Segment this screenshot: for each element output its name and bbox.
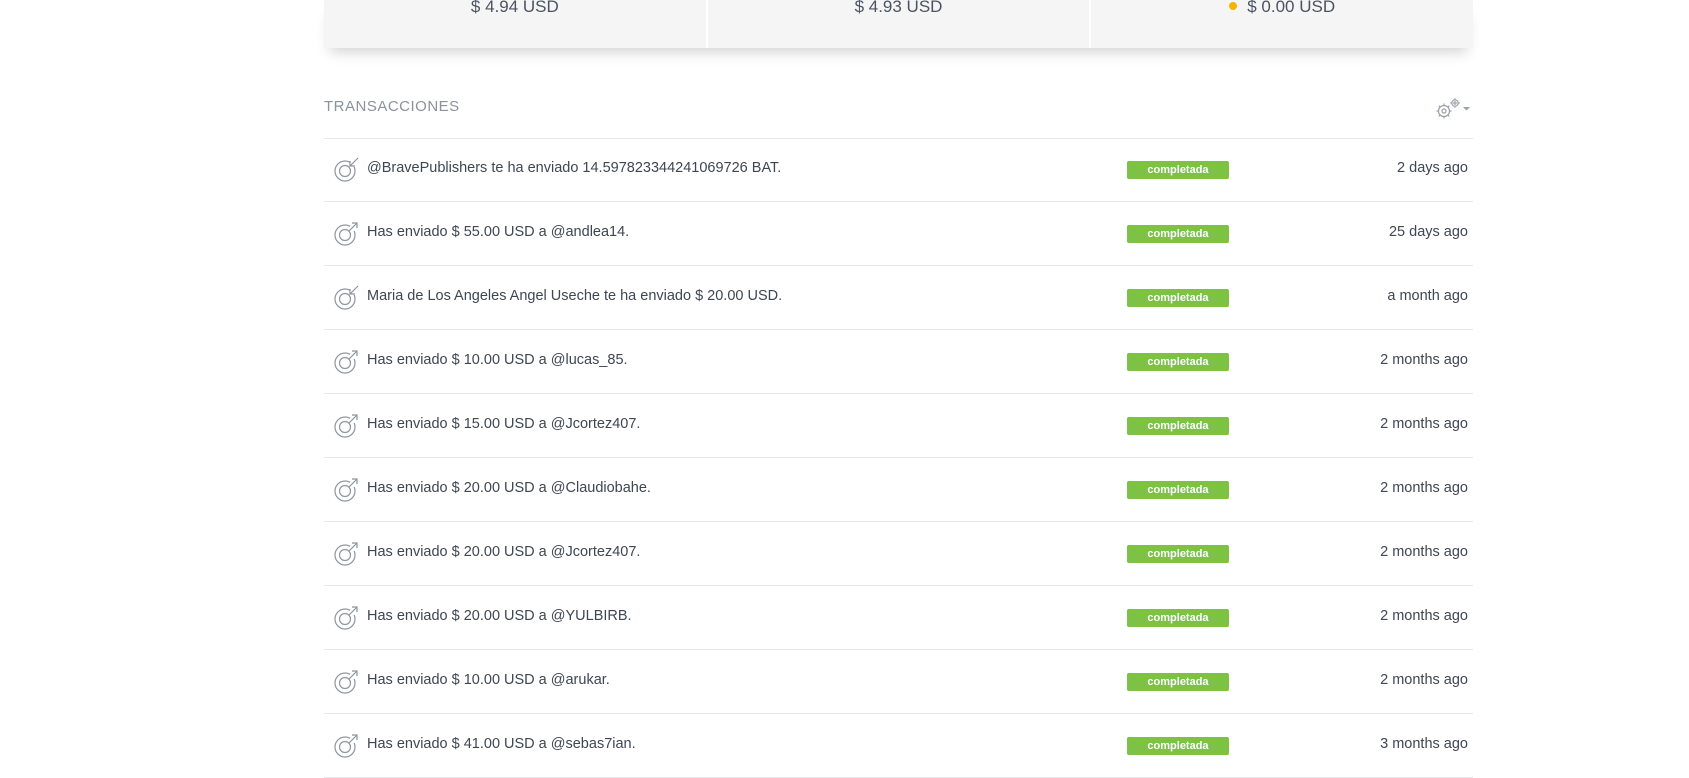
transaction-description: Has enviado $ 20.00 USD a @Claudiobahe.	[367, 480, 651, 496]
transaction-time: 2 months ago	[1380, 352, 1468, 368]
balance-value: $ 4.93 USD	[854, 0, 943, 16]
transaction-description: Has enviado $ 20.00 USD a @YULBIRB.	[367, 608, 632, 624]
pending-dot-icon	[1229, 2, 1238, 10]
transaction-time: 25 days ago	[1388, 224, 1468, 240]
outgoing-transfer-icon	[333, 477, 359, 503]
balance-card-available: $ 4.94 USD	[324, 0, 708, 48]
gears-icon	[1436, 98, 1470, 119]
transaction-description: Has enviado $ 10.00 USD a @arukar.	[367, 672, 610, 688]
transaction-time: 2 months ago	[1380, 544, 1468, 560]
transaction-row[interactable]: Maria de Los Angeles Angel Useche te ha …	[324, 266, 1473, 330]
incoming-transfer-icon	[333, 157, 359, 183]
transactions-settings-button[interactable]	[1433, 96, 1473, 122]
status-badge: completada	[1127, 481, 1229, 499]
transaction-row[interactable]: Has enviado $ 41.00 USD a @sebas7ian. co…	[324, 714, 1473, 778]
transaction-description: @BravePublishers te ha enviado 14.597823…	[367, 160, 782, 176]
transaction-time: 2 days ago	[1397, 160, 1468, 176]
transaction-description: Has enviado $ 55.00 USD a @andlea14.	[367, 224, 630, 240]
status-badge: completada	[1127, 609, 1229, 627]
transaction-row[interactable]: Has enviado $ 20.00 USD a @Claudiobahe. …	[324, 458, 1473, 522]
transaction-time: 2 months ago	[1380, 608, 1468, 624]
transaction-description: Has enviado $ 15.00 USD a @Jcortez407.	[367, 416, 641, 432]
outgoing-transfer-icon	[333, 605, 359, 631]
outgoing-transfer-icon	[333, 221, 359, 247]
status-badge: completada	[1127, 225, 1229, 243]
transaction-description: Has enviado $ 41.00 USD a @sebas7ian.	[367, 736, 636, 752]
balance-card-pending: $ 0.00 USD	[1091, 0, 1473, 48]
balance-value-pending: $ 0.00 USD	[1229, 0, 1335, 17]
transaction-row[interactable]: Has enviado $ 20.00 USD a @Jcortez407. c…	[324, 522, 1473, 586]
wallet-content: $ 4.94 USD $ 4.93 USD $ 0.00 USD TRANSAC…	[324, 0, 1473, 778]
incoming-transfer-icon	[333, 285, 359, 311]
transaction-row[interactable]: Has enviado $ 10.00 USD a @arukar. compl…	[324, 650, 1473, 714]
transaction-time: 3 months ago	[1380, 736, 1468, 752]
status-badge: completada	[1127, 417, 1229, 435]
outgoing-transfer-icon	[333, 541, 359, 567]
transaction-row[interactable]: Has enviado $ 15.00 USD a @Jcortez407. c…	[324, 394, 1473, 458]
outgoing-transfer-icon	[333, 349, 359, 375]
status-badge: completada	[1127, 673, 1229, 691]
status-badge: completada	[1127, 289, 1229, 307]
outgoing-transfer-icon	[333, 733, 359, 759]
transactions-title: TRANSACCIONES	[324, 98, 460, 115]
status-badge: completada	[1127, 161, 1229, 179]
transaction-time: a month ago	[1387, 288, 1468, 304]
transaction-row[interactable]: Has enviado $ 20.00 USD a @YULBIRB. comp…	[324, 586, 1473, 650]
status-badge: completada	[1127, 353, 1229, 371]
status-badge: completada	[1127, 737, 1229, 755]
transaction-description: Maria de Los Angeles Angel Useche te ha …	[367, 288, 783, 304]
balance-value-text: $ 0.00 USD	[1247, 0, 1336, 16]
transactions-list: @BravePublishers te ha enviado 14.597823…	[324, 138, 1473, 778]
transaction-row[interactable]: @BravePublishers te ha enviado 14.597823…	[324, 138, 1473, 202]
outgoing-transfer-icon	[333, 669, 359, 695]
transaction-description: Has enviado $ 20.00 USD a @Jcortez407.	[367, 544, 641, 560]
transaction-time: 2 months ago	[1380, 416, 1468, 432]
transaction-row[interactable]: Has enviado $ 55.00 USD a @andlea14. com…	[324, 202, 1473, 266]
balance-card-total: $ 4.93 USD	[708, 0, 1092, 48]
transaction-row[interactable]: Has enviado $ 10.00 USD a @lucas_85. com…	[324, 330, 1473, 394]
balance-value: $ 4.94 USD	[470, 0, 559, 16]
transaction-description: Has enviado $ 10.00 USD a @lucas_85.	[367, 352, 628, 368]
balance-cards: $ 4.94 USD $ 4.93 USD $ 0.00 USD	[324, 0, 1473, 48]
status-badge: completada	[1127, 545, 1229, 563]
transaction-time: 2 months ago	[1380, 480, 1468, 496]
transaction-time: 2 months ago	[1380, 672, 1468, 688]
outgoing-transfer-icon	[333, 413, 359, 439]
